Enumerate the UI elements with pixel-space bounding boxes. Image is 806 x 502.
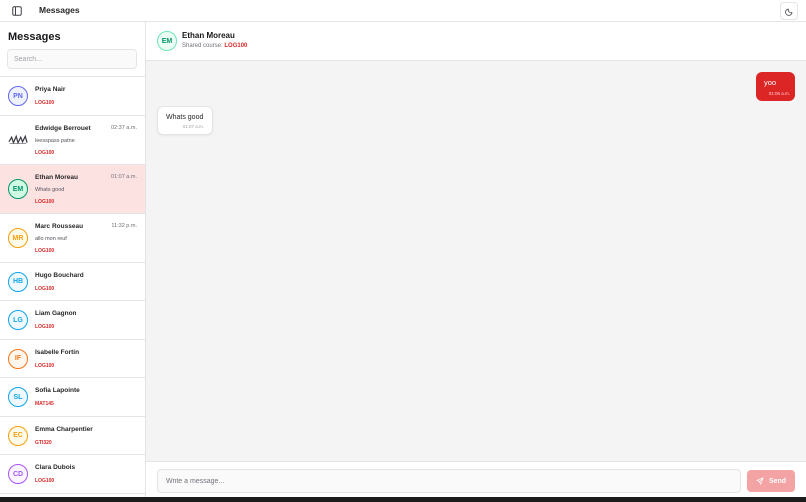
avatar: EC <box>8 425 28 446</box>
message-thread: yoo 01:06 a.m. Whats good 01:07 a.m. <box>146 61 806 461</box>
conversation-item[interactable]: PN Priya Nair LOG100 <box>0 77 145 116</box>
course-badge: GTI320 <box>35 439 52 446</box>
theme-toggle-button[interactable] <box>780 2 798 20</box>
conversation-time: 01:07 a.m. <box>111 173 137 180</box>
message-composer: Send <box>146 461 806 497</box>
bottom-edge <box>0 497 806 502</box>
course-badge: LOG100 <box>35 149 55 156</box>
search-input[interactable] <box>7 49 137 69</box>
chat-header: EM Ethan Moreau Shared course: LOG100 <box>146 22 806 61</box>
conversation-name: Isabelle Fortin <box>35 348 80 356</box>
conversation-list: PN Priya Nair LOG100 Edwidge Berrouet 02:37 … <box>0 76 145 494</box>
conversation-item[interactable]: SL Sofia Lapointe MAT145 <box>0 378 145 417</box>
avatar: HB <box>8 271 28 292</box>
conversation-item[interactable]: LG Liam Gagnon LOG100 <box>0 301 145 340</box>
message-text: Whats good <box>166 114 204 121</box>
course-badge: LOG100 <box>35 362 55 369</box>
conversation-name: Marc Rousseau <box>35 222 84 230</box>
page-title: Messages <box>39 5 80 15</box>
conversation-name: Emma Charpentier <box>35 425 93 433</box>
conversation-item[interactable]: EC Emma Charpentier GTI320 <box>0 416 145 455</box>
course-badge: LOG100 <box>35 198 55 205</box>
sidebar-heading: Messages <box>8 31 61 43</box>
avatar: CD <box>8 464 28 485</box>
conversation-item[interactable]: EM Ethan Moreau 01:07 a.m. Whats good LOG100 <box>0 164 145 214</box>
conversation-name: Sofia Lapointe <box>35 387 80 394</box>
sidebar-toggle-icon <box>12 6 22 16</box>
course-badge: MAT145 <box>35 401 54 407</box>
course-badge: LOG100 <box>35 247 55 254</box>
conversation-name: Hugo Bouchard <box>35 271 84 279</box>
conversation-preview: Whats good <box>35 186 65 193</box>
avatar: EM <box>157 31 177 51</box>
sidebar-toggle-button[interactable] <box>10 4 24 18</box>
avatar: MR <box>8 228 28 248</box>
avatar: PN <box>8 86 28 107</box>
conversation-preview: leesspass patne <box>35 137 75 144</box>
conversation-name: Priya Nair <box>35 86 66 93</box>
avatar: IF <box>8 348 28 369</box>
course-badge: LOG100 <box>35 285 55 292</box>
send-icon <box>756 477 764 485</box>
shared-course: Shared course: LOG100 <box>182 43 247 49</box>
message-text: yoo <box>764 78 777 87</box>
conversation-time: 11:32 p.m. <box>111 222 137 229</box>
conversation-item[interactable]: IF Isabelle Fortin LOG100 <box>0 339 145 378</box>
send-button[interactable]: Send <box>747 470 795 492</box>
conversation-name: Ethan Moreau <box>35 173 78 181</box>
conversation-item[interactable]: MR Marc Rousseau 11:32 p.m. allo mon reuf LO… <box>0 213 145 263</box>
top-bar: Messages <box>0 0 806 22</box>
shared-course-label: Shared course: <box>182 43 223 49</box>
message-time: 01:06 a.m. <box>768 91 790 96</box>
avatar <box>8 130 28 150</box>
shared-course-code: LOG100 <box>224 43 248 49</box>
conversation-sidebar: Messages PNPriya NairLOG100Edwidge Berro… <box>0 22 146 497</box>
send-label: Send <box>768 477 787 485</box>
conversation-item[interactable]: HB Hugo Bouchard LOG100 <box>0 262 145 301</box>
message-time: 01:07 a.m. <box>182 124 204 129</box>
conversation-time: 02:37 a.m. <box>111 124 137 131</box>
conversation-preview: allo mon reuf <box>35 235 67 242</box>
conversation-item[interactable]: CD Clara Dubois LOG100 <box>0 455 145 494</box>
moon-icon <box>784 8 792 16</box>
conversation-name: Clara Dubois <box>35 464 76 471</box>
conversation-name: Edwidge Berrouet <box>35 124 91 132</box>
incoming-message: Whats good 01:07 a.m. <box>157 106 213 135</box>
avatar: SL <box>8 387 28 408</box>
course-badge: LOG100 <box>35 324 55 330</box>
avatar: EM <box>8 179 28 199</box>
conversation-item[interactable]: Edwidge Berrouet 02:37 a.m. leesspass patn… <box>0 115 145 165</box>
outgoing-message: yoo 01:06 a.m. <box>756 72 795 101</box>
course-badge: LOG100 <box>35 100 55 106</box>
contact-name: Ethan Moreau <box>182 31 235 40</box>
avatar: LG <box>8 310 28 331</box>
message-input[interactable] <box>157 469 741 493</box>
course-badge: LOG100 <box>35 478 55 484</box>
conversation-name: Liam Gagnon <box>35 310 77 317</box>
